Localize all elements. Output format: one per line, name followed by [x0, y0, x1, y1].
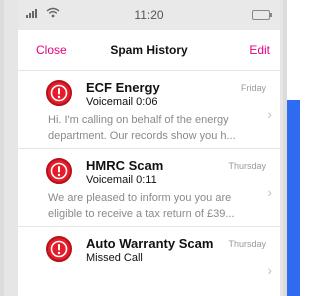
list-item[interactable]: Auto Warranty Scam Missed Call Thursday … [18, 227, 280, 296]
call-day: Friday [240, 83, 266, 93]
edit-button[interactable]: Edit [249, 43, 270, 57]
battery-icon [252, 10, 272, 20]
call-type: Missed Call [86, 252, 143, 264]
phone-screen: 11:20 Close Spam History Edit ECF Energy… [18, 0, 280, 296]
call-day: Thursday [228, 239, 266, 249]
status-bar: 11:20 [18, 0, 280, 30]
page-title: Spam History [110, 43, 188, 57]
spam-history-list: ECF Energy Voicemail 0:06 Friday › Hi. I… [18, 71, 280, 296]
canvas: 11:20 Close Spam History Edit ECF Energy… [0, 0, 300, 296]
status-time: 11:20 [134, 8, 164, 22]
call-type: Voicemail 0:06 [86, 96, 158, 108]
preview-line: Hi. I'm calling on behalf of the energy [48, 114, 229, 126]
phone-frame: 11:20 Close Spam History Edit ECF Energy… [0, 0, 287, 296]
list-item[interactable]: ECF Energy Voicemail 0:06 Friday › Hi. I… [18, 71, 280, 149]
preview-line: We are pleased to inform you you are [48, 192, 232, 204]
preview-line: department. Our records show you h... [48, 130, 236, 142]
caller-name: Auto Warranty Scam [86, 236, 214, 251]
call-type: Voicemail 0:11 [86, 174, 157, 186]
exclamation-circle-icon [46, 158, 72, 184]
list-item[interactable]: HMRC Scam Voicemail 0:11 Thursday › We a… [18, 149, 280, 227]
voicemail-preview: We are pleased to inform you you are eli… [48, 190, 268, 222]
chevron-right-icon: › [267, 106, 272, 122]
nav-bar: Close Spam History Edit [18, 30, 280, 71]
caller-name: HMRC Scam [86, 158, 164, 173]
preview-line: eligible to receive a tax return of £39.… [48, 208, 235, 220]
voicemail-preview: Hi. I'm calling on behalf of the energy … [48, 112, 268, 144]
chevron-right-icon: › [267, 262, 272, 278]
exclamation-circle-icon [46, 80, 72, 106]
caller-name: ECF Energy [86, 80, 160, 95]
call-day: Thursday [228, 161, 266, 171]
exclamation-circle-icon [46, 236, 72, 262]
chevron-right-icon: › [267, 184, 272, 200]
